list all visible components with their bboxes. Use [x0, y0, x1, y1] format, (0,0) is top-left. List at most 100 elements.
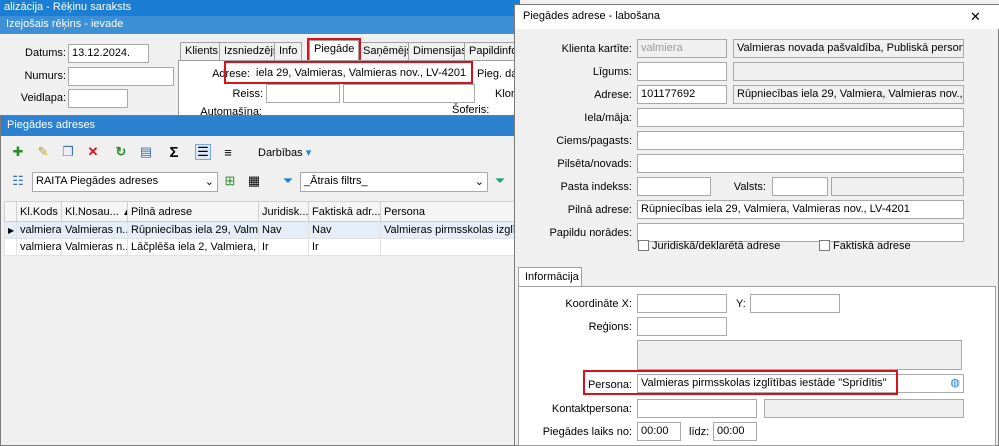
tab-informacija[interactable]: Informācija — [518, 267, 582, 287]
add-list-icon[interactable]: ⊞ — [222, 173, 238, 189]
sum-icon[interactable]: Σ — [166, 144, 182, 161]
veidlapa-label: Veidlapa: — [20, 92, 66, 104]
klienta-kartite-name: Valmieras novada pašvaldība, Publiskā pe… — [733, 39, 964, 58]
regions-label: Reģions: — [588, 321, 632, 333]
y-label: Y: — [736, 298, 746, 310]
table-row[interactable]: ▶ valmiera Valmieras n... Rūpniecības ie… — [4, 221, 515, 239]
table-cell: Rūpniecības iela 29, Valmi... — [127, 221, 259, 239]
quick-filter-select[interactable]: _Ātrais filtrs_ ⌄ — [300, 172, 488, 192]
table-cell: Lāčplēša iela 2, Valmiera, V... — [127, 238, 259, 256]
tab-info[interactable]: Info — [274, 42, 303, 60]
ligums-input[interactable] — [637, 62, 727, 81]
datums-label: Datums: — [25, 47, 66, 59]
column-header[interactable]: Pilnā adrese — [127, 201, 259, 222]
list-select-value: RAITA Piegādes adreses — [36, 175, 159, 187]
adrese-code-input[interactable]: 101177692 — [637, 85, 727, 104]
globe-icon[interactable]: ◍ — [950, 376, 960, 391]
chevron-down-icon: ⌄ — [204, 176, 214, 188]
ciems-label: Ciems/pagasts: — [556, 135, 632, 147]
pilseta-input[interactable] — [637, 154, 964, 173]
adrese-edit-label: Adrese: — [594, 89, 632, 101]
kontakt-name — [764, 399, 964, 418]
table-cell: valmiera — [16, 238, 62, 256]
filter-icon[interactable]: ⏷ — [280, 173, 296, 189]
juridiska-label: Juridiskā/deklarētā adrese — [652, 240, 781, 252]
table-cell: Ir — [308, 238, 381, 256]
ciems-input[interactable] — [637, 131, 964, 150]
pasta-input[interactable] — [637, 177, 711, 196]
juridiska-checkbox[interactable] — [638, 240, 649, 251]
column-header-label: Kl.Nosau... — [65, 205, 119, 218]
darbibas-label: Darbības — [258, 147, 303, 159]
numurs-input[interactable] — [68, 67, 174, 86]
row-indicator — [4, 238, 17, 256]
edit-icon[interactable]: ✎ — [35, 144, 51, 160]
laiks-lidz-input[interactable]: 00:00 — [713, 422, 757, 441]
column-header[interactable]: Faktiskā adr... — [308, 201, 381, 222]
edit-window-titlebar: Piegādes adrese - labošana — [515, 5, 999, 29]
numurs-label: Numurs: — [24, 70, 66, 82]
print-icon[interactable]: ▤ — [138, 144, 154, 160]
veidlapa-input[interactable] — [68, 89, 128, 108]
pilseta-label: Pilsēta/novads: — [557, 158, 632, 170]
klienta-kartite-code[interactable]: valmiera — [637, 39, 727, 58]
table-cell: Nav — [308, 221, 381, 239]
copy-icon[interactable]: ❐ — [60, 144, 76, 160]
pilna-label: Pilnā adrese: — [567, 204, 632, 216]
y-input[interactable] — [750, 294, 840, 313]
tab-klients[interactable]: Klients — [180, 42, 224, 60]
quick-filter-value: _Ātrais filtrs_ — [304, 175, 368, 187]
back-window-titlebar: alizācija - Rēķinu saraksts — [0, 0, 520, 16]
columns-icon[interactable]: ☰ — [195, 144, 211, 160]
faktiska-checkbox[interactable] — [819, 240, 830, 251]
ligums-name — [733, 62, 964, 81]
list-icon[interactable]: ☷ — [10, 173, 26, 189]
sort-asc-icon: ▲ — [122, 206, 127, 218]
tab-dimensijas[interactable]: Dimensijas — [408, 42, 472, 60]
row-indicator-icon: ▶ — [4, 221, 17, 239]
table-cell — [380, 238, 515, 256]
addresses-window-titlebar: Piegādes adreses — [1, 116, 516, 136]
column-header[interactable]: Kl.Nosau... ▲ — [61, 201, 128, 222]
column-header[interactable]: Juridisk... — [258, 201, 309, 222]
adrese-text: Rūpniecības iela 29, Valmiera, Valmieras… — [733, 85, 964, 104]
chevron-down-icon: ⌄ — [474, 176, 484, 188]
datums-input[interactable]: 13.12.2024. — [68, 44, 149, 63]
table-icon[interactable]: ▦ — [246, 173, 262, 189]
column-header[interactable]: Kl.Kods — [16, 201, 62, 222]
table-cell: Valmieras n... — [61, 221, 128, 239]
reiss-input[interactable] — [266, 84, 340, 103]
valsts-label: Valsts: — [733, 181, 766, 193]
valsts-name — [831, 177, 964, 196]
laiks-no-input[interactable]: 00:00 — [637, 422, 681, 441]
kontakt-label: Kontaktpersona: — [551, 403, 632, 415]
refresh-icon[interactable]: ↻ — [113, 144, 129, 160]
group-icon[interactable]: ≡ — [220, 144, 236, 160]
row-indicator-header — [4, 201, 17, 222]
highlight-adrese — [224, 61, 473, 84]
close-icon[interactable]: ✕ — [970, 9, 981, 25]
invoice-window-titlebar: Izejošais rēķins - ievade — [0, 16, 520, 34]
column-header[interactable]: Persona — [380, 201, 515, 222]
table-cell: Valmieras pirmsskolas izglītība... — [380, 221, 515, 239]
iela-input[interactable] — [637, 108, 964, 127]
regions-input[interactable] — [637, 317, 727, 336]
addresses-window: Piegādes adreses — [0, 115, 516, 446]
reiss-name-input[interactable] — [343, 84, 475, 103]
list-select[interactable]: RAITA Piegādes adreses ⌄ — [32, 172, 218, 192]
addresses-table: Kl.Kods Kl.Nosau... ▲ Pilnā adrese Jurid… — [4, 201, 515, 256]
chevron-down-icon: ▾ — [305, 147, 312, 159]
valsts-input[interactable] — [772, 177, 828, 196]
table-cell: Ir — [258, 238, 309, 256]
add-icon[interactable]: ✚ — [10, 144, 26, 160]
delete-icon[interactable]: ✕ — [85, 144, 101, 160]
laiks-label: Piegādes laiks no: — [542, 426, 632, 438]
filter-add-icon[interactable]: ⏷ — [492, 173, 508, 189]
kontakt-input[interactable] — [637, 399, 757, 418]
table-row[interactable]: valmiera Valmieras n... Lāčplēša iela 2,… — [4, 238, 515, 256]
klienta-kartite-label: Klienta kartīte: — [561, 43, 632, 55]
darbibas-menu[interactable]: Darbības ▾ — [258, 146, 311, 159]
lidz-label: līdz: — [689, 426, 710, 438]
pilna-input[interactable]: Rūpniecības iela 29, Valmiera, Valmieras… — [637, 200, 964, 219]
koord-x-input[interactable] — [637, 294, 727, 313]
